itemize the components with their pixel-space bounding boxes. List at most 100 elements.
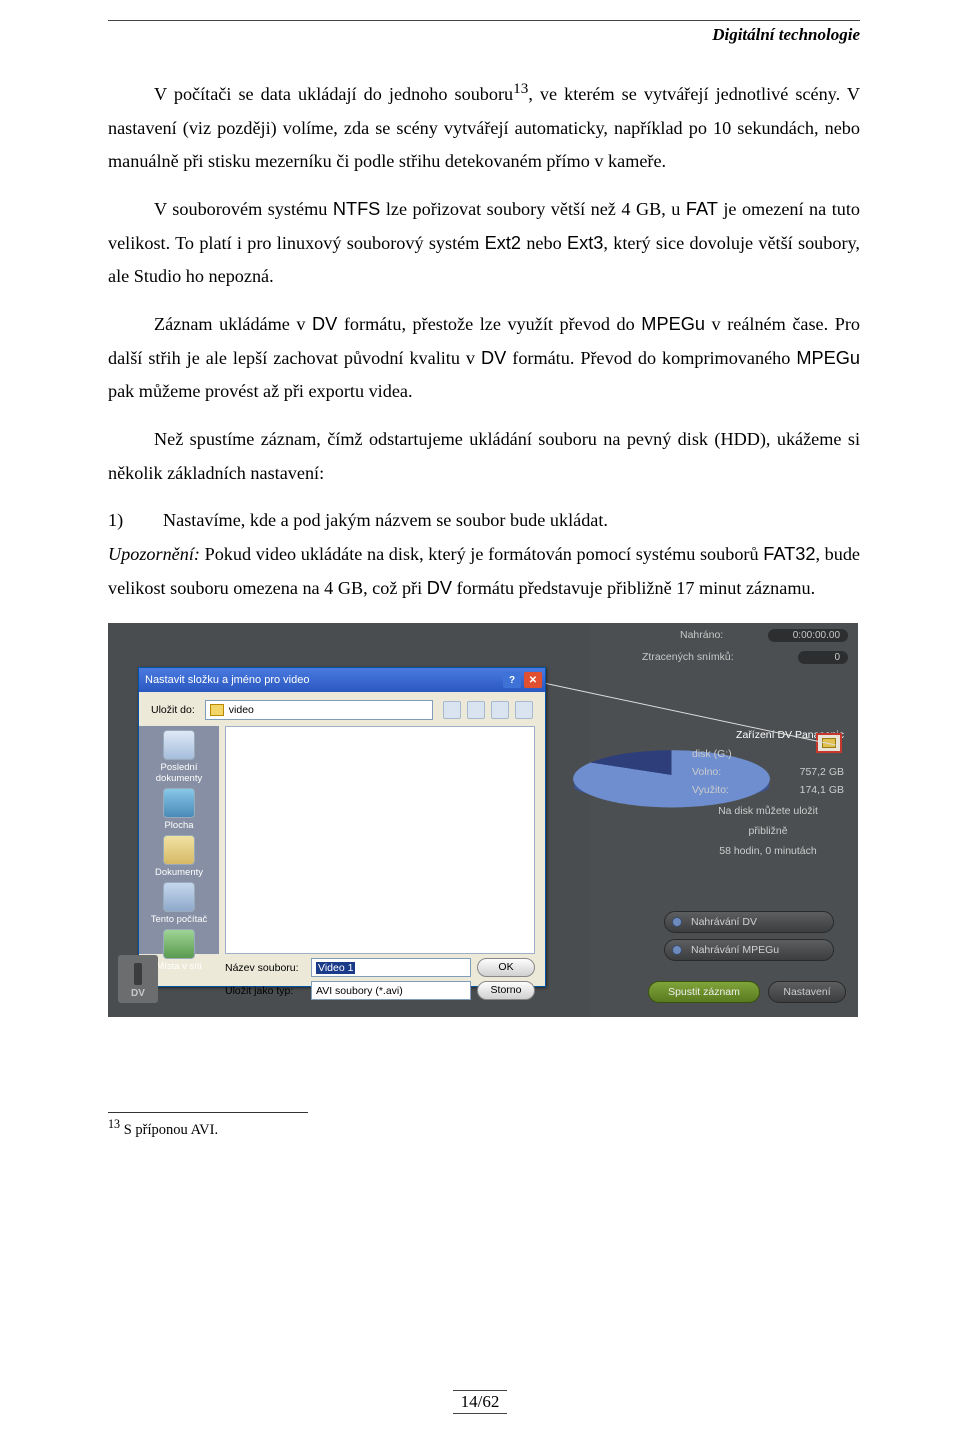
cancel-button[interactable]: Storno bbox=[477, 981, 535, 1000]
label: disk (G:) bbox=[692, 748, 732, 760]
list-item-1: 1)Nastavíme, kde a pod jakým názvem se s… bbox=[108, 504, 860, 538]
screenshot-figure: Nahráno: 0:00:00.00 Ztracených snímků: 0… bbox=[108, 623, 858, 1017]
sidebar-item-recent[interactable]: Poslední dokumenty bbox=[142, 728, 216, 784]
text: formátu, přestože lze využít převod do bbox=[337, 314, 641, 334]
folder-icon bbox=[210, 704, 224, 716]
close-button[interactable]: ✕ bbox=[524, 672, 542, 688]
ok-button[interactable]: OK bbox=[477, 958, 535, 977]
newfolder-icon[interactable] bbox=[491, 701, 509, 719]
dv-label: DV bbox=[131, 988, 145, 999]
stat-dropped: Ztracených snímků: 0 bbox=[642, 651, 848, 664]
label: Ztracených snímků: bbox=[642, 651, 734, 664]
filetype-combobox[interactable]: AVI soubory (*.avi) bbox=[311, 981, 471, 1000]
value: 0 bbox=[798, 651, 848, 664]
footnote-number: 13 bbox=[108, 1117, 120, 1131]
paragraph-4: Než spustíme záznam, čímž odstartujeme u… bbox=[108, 423, 860, 490]
stat-recorded: Nahráno: 0:00:00.00 bbox=[680, 629, 848, 642]
sidebar-item-desktop[interactable]: Plocha bbox=[142, 786, 216, 831]
views-icon[interactable] bbox=[515, 701, 533, 719]
page-number: 14/62 bbox=[453, 1390, 508, 1414]
text: nebo bbox=[521, 233, 567, 253]
file-list-pane[interactable] bbox=[225, 726, 535, 954]
documents-icon bbox=[163, 835, 195, 865]
back-icon[interactable] bbox=[443, 701, 461, 719]
filename-input[interactable]: Video 1 bbox=[311, 958, 471, 977]
text: Ext2 bbox=[485, 233, 521, 253]
settings-button[interactable]: Nastavení bbox=[768, 981, 846, 1003]
dialog-body: Poslední dokumenty Plocha Dokumenty Tent… bbox=[139, 726, 545, 954]
text: FAT bbox=[686, 199, 718, 219]
save-in-value: video bbox=[229, 704, 254, 716]
label: Plocha bbox=[164, 820, 193, 831]
help-button[interactable]: ? bbox=[503, 672, 521, 688]
label: Nahrávání DV bbox=[691, 916, 757, 928]
text: lze pořizovat soubory větší než 4 GB, u bbox=[380, 199, 686, 219]
value: 0:00:00.00 bbox=[768, 629, 848, 642]
paragraph-2: V souborovém systému NTFS lze pořizovat … bbox=[108, 193, 860, 294]
right-panel: Nahráno: 0:00:00.00 Ztracených snímků: 0… bbox=[590, 623, 858, 1017]
sidebar-item-computer[interactable]: Tento počítač bbox=[142, 880, 216, 925]
record-dv-button[interactable]: Nahrávání DV bbox=[664, 911, 834, 933]
dot-icon bbox=[672, 917, 682, 927]
text: NTFS bbox=[333, 199, 381, 219]
label: Nahrávání MPEGu bbox=[691, 944, 779, 956]
save-dialog: Nastavit složku a jméno pro video ? ✕ Ul… bbox=[138, 667, 546, 987]
text: Ext3 bbox=[567, 233, 603, 253]
nav-icons bbox=[443, 701, 533, 719]
text: MPEGu bbox=[641, 314, 705, 334]
dv-cassette: DV bbox=[118, 955, 158, 1003]
item-number: 1) bbox=[108, 504, 163, 538]
save-in-combobox[interactable]: video bbox=[205, 700, 433, 720]
text: pak můžeme provést až při exportu videa. bbox=[108, 381, 413, 401]
note-line-1: Na disk můžete uložit bbox=[692, 799, 844, 819]
label: Místa v síti bbox=[156, 961, 201, 972]
filename-row: Název souboru: Video 1 OK bbox=[225, 958, 535, 977]
paragraph-1: V počítači se data ukládají do jednoho s… bbox=[108, 75, 860, 179]
computer-icon bbox=[163, 882, 195, 912]
footnote-rule bbox=[108, 1112, 308, 1113]
desktop-icon bbox=[163, 788, 195, 818]
warning-paragraph: Upozornění: Pokud video ukládáte na disk… bbox=[108, 538, 860, 605]
text: V počítači se data ukládají do jednoho s… bbox=[154, 84, 513, 104]
label: Tento počítač bbox=[151, 914, 208, 925]
filetype-label: Uložit jako typ: bbox=[225, 985, 305, 997]
label: Poslední dokumenty bbox=[156, 762, 202, 784]
filetype-value: AVI soubory (*.avi) bbox=[316, 985, 403, 997]
text: FAT32 bbox=[763, 544, 815, 564]
footnote: 13 S příponou AVI. bbox=[108, 1117, 860, 1139]
sidebar-item-documents[interactable]: Dokumenty bbox=[142, 833, 216, 878]
record-mpeg-button[interactable]: Nahrávání MPEGu bbox=[664, 939, 834, 961]
text: DV bbox=[481, 348, 506, 368]
dialog-title: Nastavit složku a jméno pro video bbox=[145, 674, 309, 686]
slot-icon bbox=[134, 963, 142, 985]
value: 174,1 GB bbox=[800, 784, 844, 796]
item-text: Nastavíme, kde a pod jakým názvem se sou… bbox=[163, 510, 608, 530]
wedge-shape bbox=[108, 873, 124, 967]
paragraph-3: Záznam ukládáme v DV formátu, přestože l… bbox=[108, 308, 860, 409]
free-row: Volno: 757,2 GB bbox=[692, 763, 844, 781]
note-line-2: přibližně bbox=[692, 819, 844, 839]
text: formátu. Převod do komprimovaného bbox=[506, 348, 796, 368]
network-icon bbox=[163, 929, 195, 959]
footnote-ref: 13 bbox=[513, 80, 528, 97]
label: Nastavení bbox=[783, 986, 830, 998]
text: Záznam ukládáme v bbox=[154, 314, 312, 334]
filetype-row: Uložit jako typ: AVI soubory (*.avi) Sto… bbox=[225, 981, 535, 1000]
label: Nahráno: bbox=[680, 629, 723, 642]
label: Volno: bbox=[692, 766, 721, 778]
save-in-row: Uložit do: video bbox=[139, 692, 545, 726]
note-line-3: 58 hodin, 0 minutách bbox=[692, 839, 844, 859]
warning-label: Upozornění: bbox=[108, 544, 200, 564]
header-rule bbox=[108, 20, 860, 21]
text: V souborovém systému bbox=[154, 199, 333, 219]
places-bar: Poslední dokumenty Plocha Dokumenty Tent… bbox=[139, 726, 219, 954]
filename-value: Video 1 bbox=[316, 962, 355, 974]
window-buttons: ? ✕ bbox=[503, 672, 542, 688]
label: Dokumenty bbox=[155, 867, 203, 878]
titlebar: Nastavit složku a jméno pro video ? ✕ bbox=[139, 668, 545, 692]
dot-icon bbox=[672, 945, 682, 955]
start-record-button[interactable]: Spustit záznam bbox=[648, 981, 760, 1003]
up-icon[interactable] bbox=[467, 701, 485, 719]
footnote-text: S příponou AVI. bbox=[120, 1122, 218, 1138]
body: V počítači se data ukládají do jednoho s… bbox=[108, 75, 860, 1139]
